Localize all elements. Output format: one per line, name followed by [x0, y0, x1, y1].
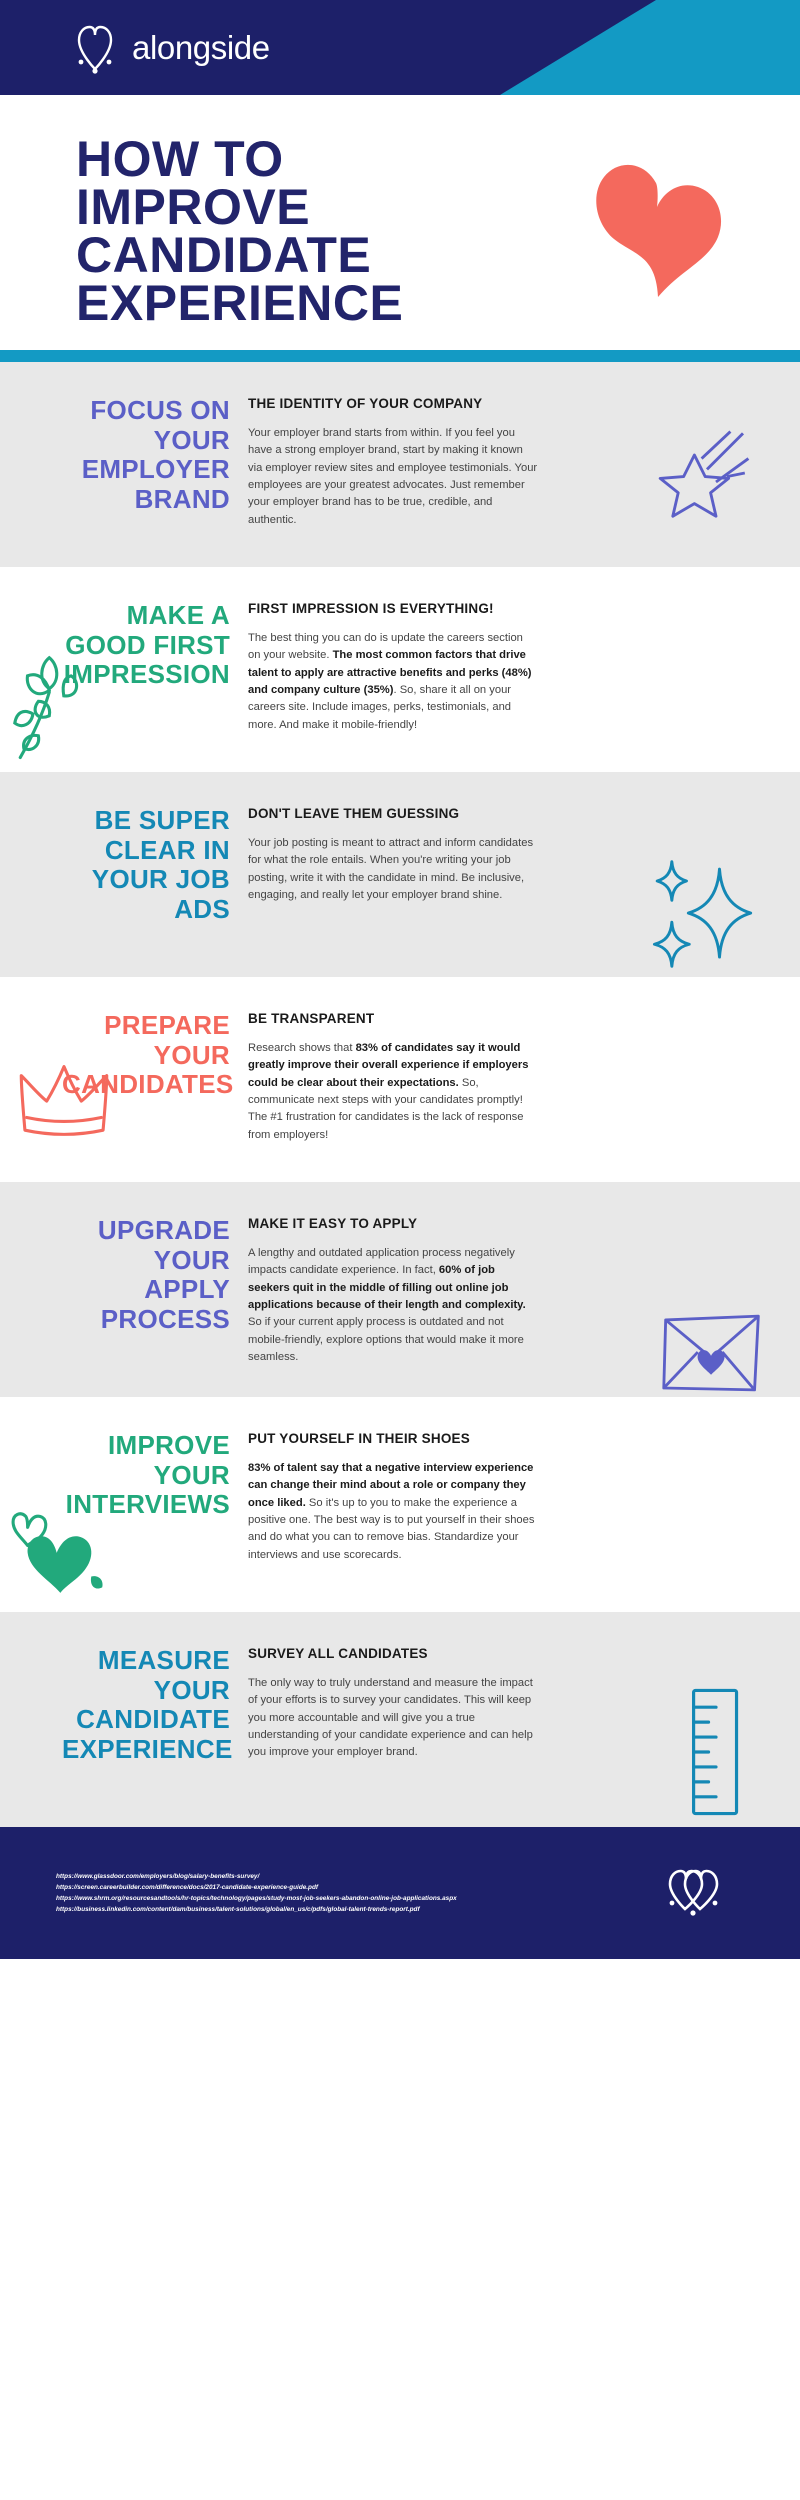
section-content: PUT YOURSELF IN THEIR SHOES 83% of talen…	[248, 1431, 548, 1582]
section-heading: MAKE IT EASY TO APPLY	[248, 1216, 418, 1231]
ruler-icon	[688, 1686, 744, 1823]
section-body: The best thing you can do is update the …	[248, 632, 532, 731]
section-body: 83% of talent say that a negative interv…	[248, 1462, 535, 1561]
brand-lockup: alongside	[0, 0, 800, 95]
shooting-star-icon	[644, 428, 752, 541]
section-content: FIRST IMPRESSION IS EVERYTHING! The best…	[248, 601, 548, 742]
section-body: Research shows that 83% of candidates sa…	[248, 1042, 529, 1141]
section-title-block: IMPROVE YOUR INTERVIEWS	[0, 1430, 248, 1582]
section-title: FOCUS ON YOUR EMPLOYER BRAND	[81, 395, 230, 514]
section-body: Your job posting is meant to attract and…	[248, 837, 534, 902]
section-body: Your employer brand starts from within. …	[248, 427, 538, 526]
section-title: BE SUPER CLEAR IN YOUR JOB ADS	[91, 805, 230, 924]
section-content: BE TRANSPARENT Research shows that 83% o…	[248, 1011, 548, 1152]
section-first-impression: MAKE A GOOD FIRST IMPRESSION FIRST IMPRE…	[0, 567, 800, 772]
section-heading: PUT YOURSELF IN THEIR SHOES	[248, 1431, 470, 1446]
section-employer-brand: FOCUS ON YOUR EMPLOYER BRAND THE IDENTIT…	[0, 362, 800, 567]
source-link[interactable]: https://business.linkedin.com/content/da…	[56, 1904, 457, 1915]
section-title: MAKE A GOOD FIRST IMPRESSION	[63, 600, 230, 690]
double-heart-logo-icon	[664, 1867, 722, 1919]
section-title-block: FOCUS ON YOUR EMPLOYER BRAND	[0, 395, 248, 537]
section-apply-process: UPGRADE YOUR APPLY PROCESS MAKE IT EASY …	[0, 1182, 800, 1397]
section-title-block: MEASURE YOUR CANDIDATE EXPERIENCE	[0, 1645, 248, 1797]
brand-name: alongside	[132, 28, 270, 66]
source-link[interactable]: https://www.glassdoor.com/employers/blog…	[56, 1871, 457, 1882]
heart-icon	[594, 147, 724, 297]
sparkles-icon	[648, 854, 758, 977]
source-links: https://www.glassdoor.com/employers/blog…	[56, 1871, 457, 1915]
section-heading: THE IDENTITY OF YOUR COMPANY	[248, 396, 483, 411]
section-title: MEASURE YOUR CANDIDATE EXPERIENCE	[62, 1645, 233, 1764]
page-title: HOW TO IMPROVE CANDIDATE EXPERIENCE	[76, 131, 404, 331]
section-title: IMPROVE YOUR INTERVIEWS	[65, 1430, 230, 1520]
envelope-heart-icon	[660, 1310, 764, 1397]
source-link[interactable]: https://screen.careerbuilder.com/differe…	[56, 1882, 457, 1893]
section-title-block: UPGRADE YOUR APPLY PROCESS	[0, 1215, 248, 1367]
section-job-ads: BE SUPER CLEAR IN YOUR JOB ADS DON'T LEA…	[0, 772, 800, 977]
section-measure-experience: MEASURE YOUR CANDIDATE EXPERIENCE SURVEY…	[0, 1612, 800, 1827]
section-interviews: IMPROVE YOUR INTERVIEWS PUT YOURSELF IN …	[0, 1397, 800, 1612]
section-title: UPGRADE YOUR APPLY PROCESS	[97, 1215, 230, 1334]
section-heading: DON'T LEAVE THEM GUESSING	[248, 806, 460, 821]
section-prepare-candidates: PREPARE YOUR CANDIDATES BE TRANSPARENT R…	[0, 977, 800, 1182]
header-bar: alongside	[0, 0, 800, 95]
section-body: A lengthy and outdated application proce…	[248, 1247, 526, 1364]
section-content: THE IDENTITY OF YOUR COMPANY Your employ…	[248, 396, 548, 537]
double-heart-logo-icon	[72, 22, 118, 74]
hero: HOW TO IMPROVE CANDIDATE EXPERIENCE	[0, 95, 800, 350]
section-title-block: PREPARE YOUR CANDIDATES	[0, 1010, 248, 1152]
section-heading: SURVEY ALL CANDIDATES	[248, 1646, 428, 1661]
section-content: DON'T LEAVE THEM GUESSING Your job posti…	[248, 806, 548, 947]
source-link[interactable]: https://www.shrm.org/resourcesandtools/h…	[56, 1893, 457, 1904]
section-title-block: MAKE A GOOD FIRST IMPRESSION	[0, 600, 248, 742]
hero-divider	[0, 350, 800, 362]
section-content: MAKE IT EASY TO APPLY A lengthy and outd…	[248, 1216, 548, 1367]
section-title-block: BE SUPER CLEAR IN YOUR JOB ADS	[0, 805, 248, 947]
footer: https://www.glassdoor.com/employers/blog…	[0, 1827, 800, 1959]
section-content: SURVEY ALL CANDIDATES The only way to tr…	[248, 1646, 548, 1797]
section-heading: BE TRANSPARENT	[248, 1011, 375, 1026]
section-title: PREPARE YOUR CANDIDATES	[62, 1010, 234, 1100]
section-heading: FIRST IMPRESSION IS EVERYTHING!	[248, 601, 494, 616]
section-body: The only way to truly understand and mea…	[248, 1677, 533, 1759]
